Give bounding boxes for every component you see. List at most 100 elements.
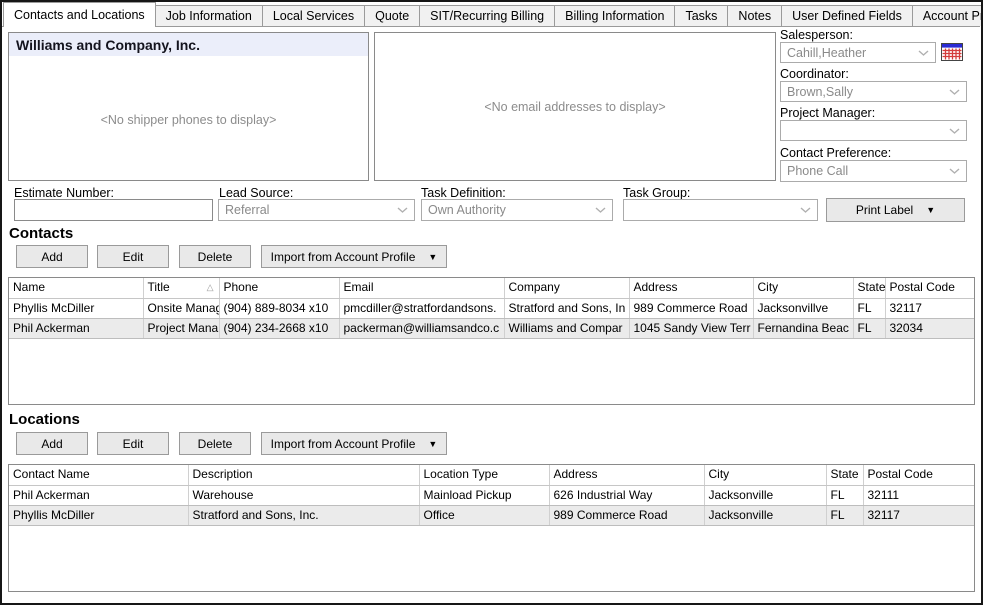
- column-header-email[interactable]: Email: [339, 278, 504, 298]
- chevron-down-icon: [949, 168, 960, 174]
- column-header-address[interactable]: Address: [629, 278, 753, 298]
- shipper-phones-panel: Williams and Company, Inc. <No shipper p…: [8, 32, 369, 181]
- contacts-grid: Name Title△ Phone Email Company Address City St…: [8, 277, 975, 405]
- table-cell: Phil Ackerman: [9, 485, 188, 505]
- tab-notes[interactable]: Notes: [727, 5, 782, 26]
- table-row[interactable]: Phyllis McDillerStratford and Sons, Inc.…: [9, 505, 974, 525]
- table-cell: Fernandina Beac: [753, 318, 853, 338]
- locations-add-button[interactable]: Add: [16, 432, 88, 455]
- column-header-location-type[interactable]: Location Type: [419, 465, 549, 485]
- column-header-contact-name[interactable]: Contact Name: [9, 465, 188, 485]
- contacts-edit-button[interactable]: Edit: [97, 245, 169, 268]
- column-header-label: Email: [344, 280, 374, 294]
- table-row[interactable]: Phyllis McDillerOnsite Manag(904) 889-80…: [9, 298, 974, 318]
- table-cell: Onsite Manag: [143, 298, 219, 318]
- triangle-down-icon: ▼: [926, 205, 935, 215]
- tab-account-profile[interactable]: Account Profile: [912, 5, 983, 26]
- column-header-label: State: [831, 467, 859, 481]
- column-header-label: Postal Code: [890, 280, 955, 294]
- table-cell: 1045 Sandy View Terr: [629, 318, 753, 338]
- locations-edit-button[interactable]: Edit: [97, 432, 169, 455]
- tab-sit-recurring-billing[interactable]: SIT/Recurring Billing: [419, 5, 555, 26]
- column-header-label: City: [758, 280, 779, 294]
- chevron-down-icon: [595, 207, 606, 213]
- project-manager-combobox[interactable]: [780, 120, 967, 141]
- task-definition-combobox[interactable]: Own Authority: [421, 199, 613, 221]
- locations-header-row: Contact Name Description Location Type Addr…: [9, 465, 974, 485]
- salesperson-label: Salesperson:: [780, 28, 853, 42]
- tab-user-defined-fields[interactable]: User Defined Fields: [781, 5, 913, 26]
- table-row[interactable]: Phil AckermanProject Mana(904) 234-2668 …: [9, 318, 974, 338]
- column-header-label: Phone: [224, 280, 259, 294]
- contact-preference-label: Contact Preference:: [780, 146, 891, 160]
- contact-preference-combobox[interactable]: Phone Call: [780, 160, 967, 182]
- salesperson-calendar-button[interactable]: [941, 43, 963, 61]
- tab-contacts-and-locations[interactable]: Contacts and Locations: [3, 2, 156, 27]
- salesperson-combobox[interactable]: Cahill,Heather: [780, 42, 936, 63]
- locations-import-button[interactable]: Import from Account Profile ▼: [261, 432, 447, 455]
- table-cell: Warehouse: [188, 485, 419, 505]
- tab-tasks[interactable]: Tasks: [674, 5, 728, 26]
- column-header-label: Address: [554, 467, 598, 481]
- locations-delete-button[interactable]: Delete: [179, 432, 251, 455]
- column-header-postal-code[interactable]: Postal Code: [863, 465, 974, 485]
- calendar-icon: [941, 49, 963, 64]
- table-cell: 626 Industrial Way: [549, 485, 704, 505]
- table-cell: Jacksonville: [704, 485, 826, 505]
- table-cell: FL: [826, 485, 863, 505]
- table-cell: Stratford and Sons, In: [504, 298, 629, 318]
- account-name-header: Williams and Company, Inc.: [9, 33, 368, 56]
- contacts-delete-button[interactable]: Delete: [179, 245, 251, 268]
- email-addresses-panel: <No email addresses to display>: [374, 32, 776, 181]
- column-header-label: State: [858, 280, 886, 294]
- column-header-label: Description: [193, 467, 253, 481]
- column-header-city[interactable]: City: [753, 278, 853, 298]
- lead-source-label: Lead Source:: [219, 186, 293, 200]
- column-header-description[interactable]: Description: [188, 465, 419, 485]
- column-header-label: City: [709, 467, 730, 481]
- tab-local-services[interactable]: Local Services: [262, 5, 365, 26]
- column-header-state[interactable]: State: [826, 465, 863, 485]
- column-header-label: Company: [509, 280, 560, 294]
- column-header-label: Title: [148, 280, 170, 294]
- chevron-down-icon: [397, 207, 408, 213]
- table-cell: (904) 234-2668 x10: [219, 318, 339, 338]
- column-header-label: Name: [13, 280, 45, 294]
- column-header-company[interactable]: Company: [504, 278, 629, 298]
- table-cell: Jacksonville: [704, 505, 826, 525]
- column-header-state[interactable]: State: [853, 278, 885, 298]
- table-cell: Stratford and Sons, Inc.: [188, 505, 419, 525]
- locations-table: Contact Name Description Location Type Addr…: [9, 465, 974, 526]
- tab-quote[interactable]: Quote: [364, 5, 420, 26]
- chevron-down-icon: [949, 128, 960, 134]
- task-group-combobox[interactable]: [623, 199, 818, 221]
- triangle-down-icon: ▼: [428, 439, 437, 449]
- lead-source-combobox[interactable]: Referral: [218, 199, 415, 221]
- chevron-down-icon: [800, 207, 811, 213]
- table-cell: 989 Commerce Road: [549, 505, 704, 525]
- table-cell: Project Mana: [143, 318, 219, 338]
- estimate-number-input[interactable]: [14, 199, 213, 221]
- contacts-header-row: Name Title△ Phone Email Company Address City St…: [9, 278, 974, 298]
- coordinator-combobox[interactable]: Brown,Sally: [780, 81, 967, 102]
- column-header-name[interactable]: Name: [9, 278, 143, 298]
- tab-billing-information[interactable]: Billing Information: [554, 5, 675, 26]
- locations-grid: Contact Name Description Location Type Addr…: [8, 464, 975, 592]
- column-header-postal-code[interactable]: Postal Code: [885, 278, 974, 298]
- table-cell: pmcdiller@stratfordandsons.: [339, 298, 504, 318]
- triangle-down-icon: ▼: [428, 252, 437, 262]
- table-row[interactable]: Phil AckermanWarehouseMainload Pickup626…: [9, 485, 974, 505]
- contacts-import-button[interactable]: Import from Account Profile ▼: [261, 245, 447, 268]
- tab-job-information[interactable]: Job Information: [155, 5, 263, 26]
- contacts-add-button[interactable]: Add: [16, 245, 88, 268]
- print-label-button[interactable]: Print Label ▼: [826, 198, 965, 222]
- column-header-phone[interactable]: Phone: [219, 278, 339, 298]
- tab-bar: Contacts and LocationsJob InformationLoc…: [2, 2, 980, 27]
- table-cell: 32117: [885, 298, 974, 318]
- column-header-label: Postal Code: [868, 467, 933, 481]
- no-email-addresses-text: <No email addresses to display>: [375, 100, 775, 114]
- column-header-title[interactable]: Title△: [143, 278, 219, 298]
- column-header-address[interactable]: Address: [549, 465, 704, 485]
- project-manager-label: Project Manager:: [780, 106, 875, 120]
- column-header-city[interactable]: City: [704, 465, 826, 485]
